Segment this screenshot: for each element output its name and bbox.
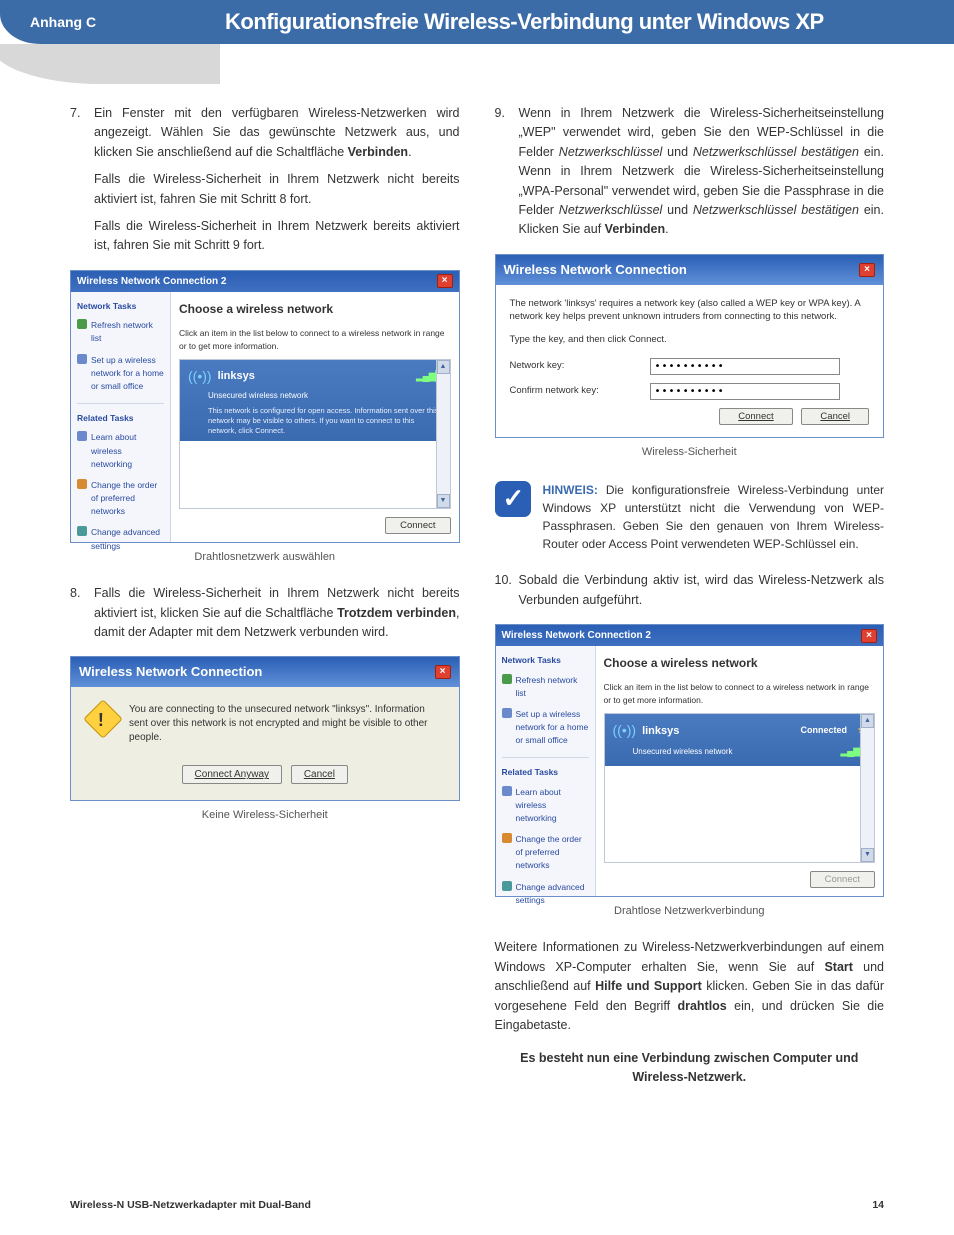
step-9: 9. Wenn in Ihrem Netzwerk die Wireless-S… [495, 104, 885, 240]
scroll-up-icon[interactable]: ▲ [861, 714, 874, 728]
close-icon[interactable]: × [859, 263, 875, 277]
screenshot-network-key: Wireless Network Connection × The networ… [495, 254, 885, 438]
gear-icon [77, 526, 87, 536]
main-subtext: Click an item in the list below to conne… [171, 327, 459, 359]
scrollbar[interactable]: ▲ ▼ [860, 714, 874, 862]
note-label: HINWEIS: [543, 483, 598, 497]
refresh-icon [502, 674, 512, 684]
order-icon [502, 833, 512, 843]
step-8: 8. Falls die Wireless-Sicherheit in Ihre… [70, 584, 460, 642]
dialog-title: Wireless Network Connection 2 [77, 274, 226, 290]
network-key-label: Network key: [510, 359, 650, 374]
scroll-down-icon[interactable]: ▼ [437, 494, 450, 508]
order-icon [77, 479, 87, 489]
connect-button[interactable]: Connect [719, 408, 792, 425]
connected-status: Connected [801, 724, 848, 738]
connect-button: Connect [810, 871, 875, 888]
close-icon[interactable]: × [437, 274, 453, 288]
page-footer: Wireless-N USB-Netzwerkadapter mit Dual-… [70, 1199, 884, 1211]
outro-text: Weitere Informationen zu Wireless-Netzwe… [495, 938, 885, 1035]
network-list: ((•)) linksys ▂▄▆█ Unsecured wireless ne… [179, 359, 451, 509]
step-7: 7. Ein Fenster mit den verfügbaren Wirel… [70, 104, 460, 256]
setup-icon [502, 708, 512, 718]
right-column: 9. Wenn in Ihrem Netzwerk die Wireless-S… [495, 104, 885, 1087]
warning-text: You are connecting to the unsecured netw… [129, 703, 445, 745]
sidebar-learn[interactable]: Learn about wireless networking [77, 431, 164, 471]
left-column: 7. Ein Fenster mit den verfügbaren Wirel… [70, 104, 460, 1087]
caption-3: Wireless-Sicherheit [495, 444, 885, 461]
sidebar-order[interactable]: Change the order of preferred networks [502, 833, 589, 873]
sidebar-refresh[interactable]: Refresh network list [77, 319, 164, 345]
scroll-up-icon[interactable]: ▲ [437, 360, 450, 374]
page-number: 14 [872, 1199, 884, 1211]
sidebar: Network Tasks Refresh network list Set u… [71, 292, 171, 542]
gear-icon [502, 881, 512, 891]
sidebar-setup[interactable]: Set up a wireless network for a home or … [502, 708, 589, 748]
screenshot-choose-network: Wireless Network Connection 2 × Network … [70, 270, 460, 544]
scroll-down-icon[interactable]: ▼ [861, 848, 874, 862]
warning-icon: ! [83, 700, 123, 740]
cancel-button[interactable]: Cancel [291, 765, 348, 784]
sidebar-advanced[interactable]: Change advanced settings [77, 526, 164, 552]
screenshot-connected: Wireless Network Connection 2 × Network … [495, 624, 885, 898]
sidebar-learn[interactable]: Learn about wireless networking [502, 786, 589, 826]
connect-button[interactable]: Connect [385, 517, 450, 534]
antenna-icon: ((•)) [613, 720, 637, 742]
close-icon[interactable]: × [435, 665, 451, 679]
dialog-title: Wireless Network Connection 2 [502, 628, 651, 644]
antenna-icon: ((•)) [188, 366, 212, 388]
appendix-label: Anhang C [30, 14, 96, 30]
sidebar-order[interactable]: Change the order of preferred networks [77, 479, 164, 519]
page-header: Anhang C Konfigurationsfreie Wireless-Ve… [0, 0, 954, 44]
cancel-button[interactable]: Cancel [801, 408, 869, 425]
key-instruction: Type the key, and then click Connect. [510, 333, 870, 348]
confirm-key-input[interactable] [650, 383, 840, 400]
dialog-title: Wireless Network Connection [79, 662, 262, 682]
scrollbar[interactable]: ▲ ▼ [436, 360, 450, 508]
setup-icon [77, 354, 87, 364]
info-icon [77, 431, 87, 441]
key-message: The network 'linksys' requires a network… [510, 297, 870, 324]
sidebar-refresh[interactable]: Refresh network list [502, 674, 589, 700]
info-icon [502, 786, 512, 796]
network-key-input[interactable] [650, 358, 840, 375]
refresh-icon [77, 319, 87, 329]
caption-2: Keine Wireless-Sicherheit [70, 807, 460, 824]
sidebar: Network Tasks Refresh network list Set u… [496, 646, 596, 896]
step-10: 10. Sobald die Verbindung aktiv ist, wir… [495, 571, 885, 610]
connect-anyway-button[interactable]: Connect Anyway [182, 765, 283, 784]
page-title: Konfigurationsfreie Wireless-Verbindung … [225, 9, 824, 35]
main-heading: Choose a wireless network [171, 292, 459, 327]
confirm-key-label: Confirm network key: [510, 384, 650, 399]
network-item-linksys[interactable]: ((•)) linksys Connected ★ Unsecured wire… [605, 714, 875, 765]
main-subtext: Click an item in the list below to conne… [596, 681, 884, 713]
network-item-linksys[interactable]: ((•)) linksys ▂▄▆█ Unsecured wireless ne… [180, 360, 450, 441]
checkmark-icon [495, 481, 531, 517]
sidebar-advanced[interactable]: Change advanced settings [502, 881, 589, 907]
network-list: ((•)) linksys Connected ★ Unsecured wire… [604, 713, 876, 863]
dialog-title: Wireless Network Connection [504, 260, 687, 280]
sidebar-setup[interactable]: Set up a wireless network for a home or … [77, 354, 164, 394]
main-heading: Choose a wireless network [596, 646, 884, 681]
product-name: Wireless-N USB-Netzwerkadapter mit Dual-… [70, 1199, 311, 1211]
screenshot-unsecured-warning: Wireless Network Connection × ! You are … [70, 656, 460, 801]
close-icon[interactable]: × [861, 629, 877, 643]
note-box: HINWEIS: Die konfigurationsfreie Wireles… [495, 481, 885, 553]
final-statement: Es besteht nun eine Verbindung zwischen … [495, 1049, 885, 1087]
